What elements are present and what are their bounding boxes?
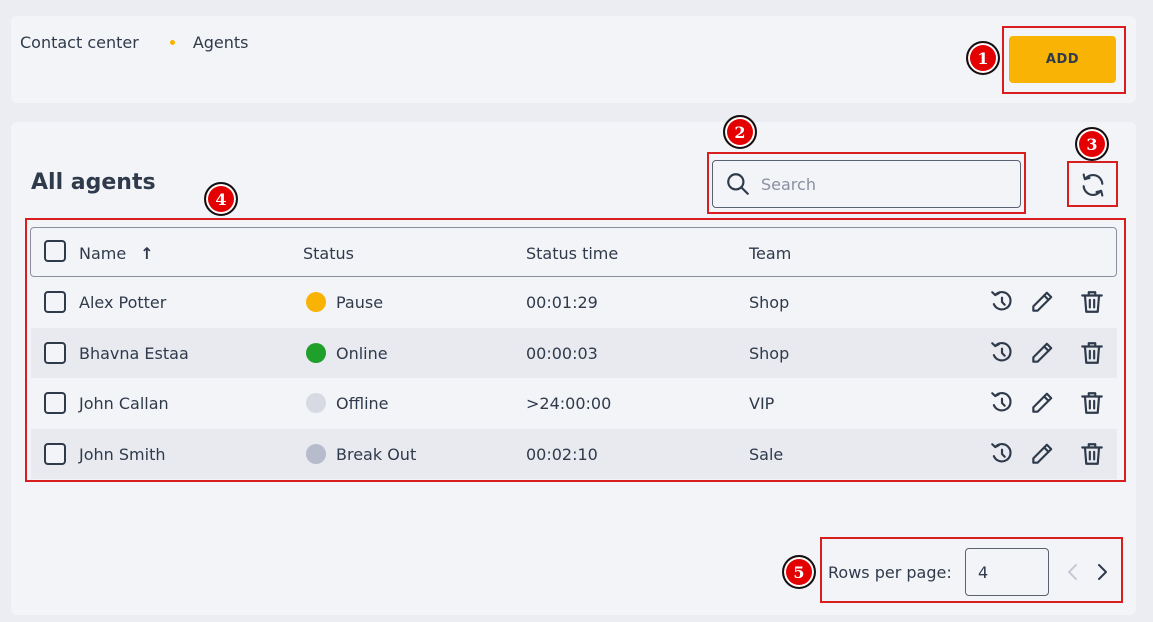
breadcrumb-current: Agents [192, 33, 249, 52]
annotation-marker-5: 5 [782, 555, 816, 589]
annotation-marker-2: 2 [723, 115, 757, 149]
breadcrumb-root[interactable]: Contact center [20, 33, 139, 52]
highlight-box-pagination [820, 537, 1123, 603]
highlight-box-add [1002, 26, 1126, 94]
breadcrumb: Contact center Agents [20, 33, 249, 52]
breadcrumb-separator-dot [169, 40, 175, 45]
highlight-box-refresh [1067, 161, 1118, 207]
highlight-box-search [707, 152, 1026, 214]
annotation-marker-1: 1 [966, 41, 1000, 75]
annotation-marker-3: 3 [1075, 127, 1109, 161]
annotation-marker-4: 4 [204, 182, 238, 216]
page-title: All agents [31, 170, 156, 195]
highlight-box-table [25, 218, 1126, 482]
